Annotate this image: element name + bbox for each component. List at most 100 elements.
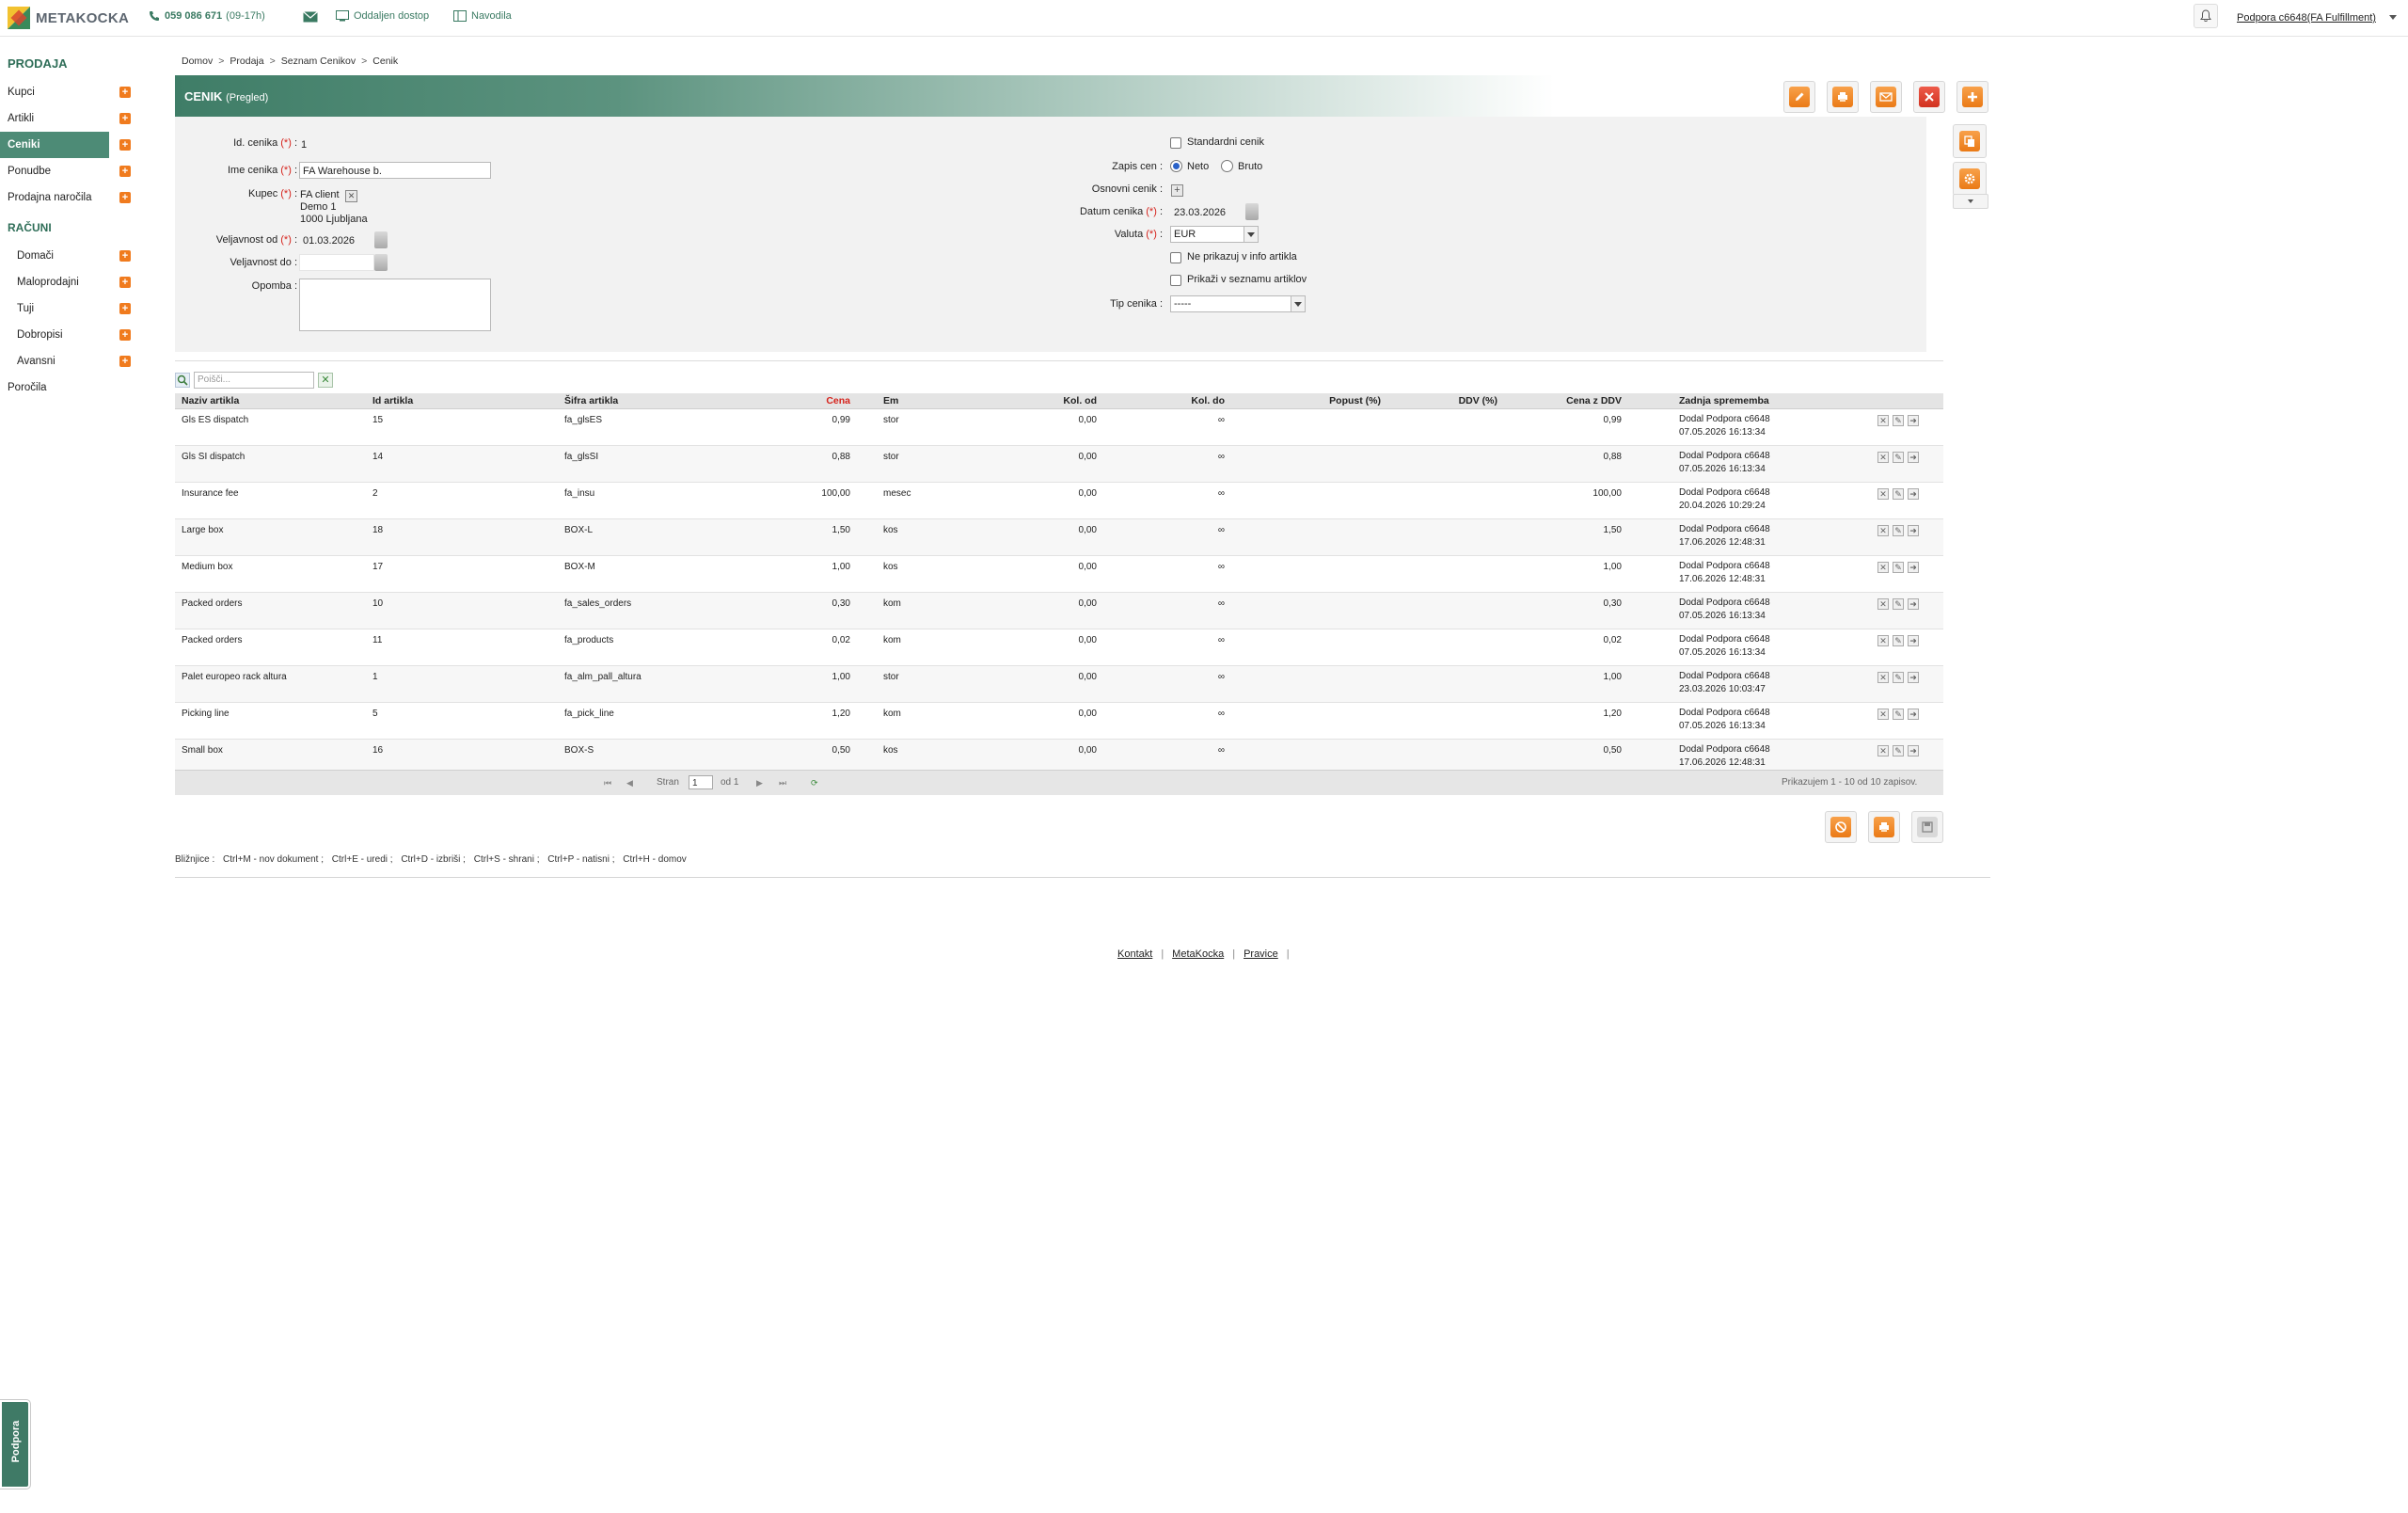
more-tools-dropdown[interactable]	[1953, 194, 1988, 209]
standard-checkbox[interactable]	[1170, 137, 1181, 149]
add-base-pricelist-icon[interactable]: +	[1171, 184, 1183, 197]
print-button-bottom[interactable]	[1868, 811, 1900, 843]
sidebar-item-artikli[interactable]: Artikli +	[0, 105, 141, 132]
valid-to-field[interactable]	[299, 254, 374, 271]
search-input[interactable]: Poišči...	[194, 372, 314, 389]
table-row[interactable]: Packed orders 10 fa_sales_orders 0,30 kom 0,0…	[175, 593, 1943, 629]
table-row[interactable]: Palet europeo rack altura 1 fa_alm_pall_al…	[175, 666, 1943, 703]
delete-row-icon[interactable]: ✕	[1877, 452, 1889, 463]
delete-row-icon[interactable]: ✕	[1877, 745, 1889, 756]
note-textarea[interactable]	[299, 279, 491, 331]
prev-page-icon[interactable]: ◀	[626, 778, 636, 788]
sidebar-item-domaci[interactable]: Domači +	[0, 243, 141, 269]
cancel-button[interactable]	[1825, 811, 1857, 843]
clear-customer-icon[interactable]: ✕	[345, 190, 357, 202]
save-button[interactable]	[1911, 811, 1943, 843]
col-qty-to[interactable]: Kol. do	[1149, 395, 1225, 406]
col-price[interactable]: Cena	[796, 395, 850, 406]
open-row-icon[interactable]: ➜	[1908, 672, 1919, 683]
print-button[interactable]	[1827, 81, 1859, 113]
next-page-icon[interactable]: ▶	[756, 778, 766, 788]
calendar-icon[interactable]	[1245, 203, 1259, 220]
support-tab[interactable]: Podpora	[0, 1400, 30, 1489]
sidebar-item-maloprodajni[interactable]: Maloprodajni +	[0, 269, 141, 295]
open-row-icon[interactable]: ➜	[1908, 635, 1919, 646]
breadcrumb-home[interactable]: Domov	[182, 56, 213, 67]
logo[interactable]: METAKOCKA	[8, 7, 129, 29]
user-menu[interactable]: Podpora c6648(FA Fulfillment)	[2237, 12, 2376, 24]
breadcrumb-sales[interactable]: Prodaja	[230, 56, 263, 67]
edit-row-icon[interactable]: ✎	[1893, 598, 1904, 610]
add-icon[interactable]: +	[119, 356, 131, 367]
add-icon[interactable]: +	[119, 87, 131, 98]
sidebar-item-avansni[interactable]: Avansni +	[0, 348, 141, 374]
add-icon[interactable]: +	[119, 113, 131, 124]
first-page-icon[interactable]: ⏮	[604, 778, 613, 788]
delete-row-icon[interactable]: ✕	[1877, 525, 1889, 536]
edit-row-icon[interactable]: ✎	[1893, 488, 1904, 500]
delete-row-icon[interactable]: ✕	[1877, 488, 1889, 500]
delete-row-icon[interactable]: ✕	[1877, 562, 1889, 573]
delete-row-icon[interactable]: ✕	[1877, 415, 1889, 426]
table-row[interactable]: Packed orders 11 fa_products 0,02 kom 0,00 ∞ 0,…	[175, 629, 1943, 666]
open-row-icon[interactable]: ➜	[1908, 709, 1919, 720]
new-button[interactable]	[1956, 81, 1988, 113]
add-icon[interactable]: +	[119, 303, 131, 314]
open-row-icon[interactable]: ➜	[1908, 525, 1919, 536]
footer-link-rights[interactable]: Pravice	[1244, 948, 1278, 960]
sidebar-item-tuji[interactable]: Tuji +	[0, 295, 141, 322]
copy-button[interactable]	[1953, 124, 1987, 158]
notifications-button[interactable]	[2194, 4, 2218, 28]
edit-row-icon[interactable]: ✎	[1893, 635, 1904, 646]
col-id[interactable]: Id artikla	[372, 395, 413, 406]
settings-button[interactable]	[1953, 162, 1987, 196]
type-select[interactable]: -----	[1170, 295, 1306, 312]
refresh-icon[interactable]: ⟳	[811, 778, 820, 788]
col-price-vat[interactable]: Cena z DDV	[1548, 395, 1622, 406]
table-row[interactable]: Insurance fee 2 fa_insu 100,00 mesec 0,00 ∞ 100…	[175, 483, 1943, 519]
page-input[interactable]: 1	[689, 775, 713, 789]
table-row[interactable]: Large box 18 BOX-L 1,50 kos 0,00 ∞ 1,50 Dodal Po…	[175, 519, 1943, 556]
sidebar-item-ponudbe[interactable]: Ponudbe +	[0, 158, 141, 184]
breadcrumb-pricelists[interactable]: Seznam Cenikov	[281, 56, 356, 67]
add-icon[interactable]: +	[119, 329, 131, 341]
email-button[interactable]	[1870, 81, 1902, 113]
edit-row-icon[interactable]: ✎	[1893, 525, 1904, 536]
table-row[interactable]: Picking line 5 fa_pick_line 1,20 kom 0,00 ∞ 1,2…	[175, 703, 1943, 740]
footer-link-contact[interactable]: Kontakt	[1117, 948, 1152, 960]
add-icon[interactable]: +	[119, 166, 131, 177]
open-row-icon[interactable]: ➜	[1908, 598, 1919, 610]
edit-button[interactable]	[1783, 81, 1815, 113]
col-discount[interactable]: Popust (%)	[1296, 395, 1381, 406]
name-field[interactable]: FA Warehouse b.	[299, 162, 491, 179]
calendar-icon[interactable]	[374, 254, 388, 271]
edit-row-icon[interactable]: ✎	[1893, 709, 1904, 720]
edit-row-icon[interactable]: ✎	[1893, 562, 1904, 573]
open-row-icon[interactable]: ➜	[1908, 562, 1919, 573]
sidebar-item-prodajna-narocila[interactable]: Prodajna naročila +	[0, 184, 141, 211]
col-qty-from[interactable]: Kol. od	[1022, 395, 1097, 406]
clear-search-icon[interactable]: ✕	[318, 373, 333, 388]
open-row-icon[interactable]: ➜	[1908, 488, 1919, 500]
add-icon[interactable]: +	[119, 277, 131, 288]
date-field[interactable]: 23.03.2026	[1170, 203, 1245, 220]
neto-radio[interactable]	[1170, 160, 1182, 172]
remote-access-link[interactable]: Oddaljen dostop	[336, 10, 429, 22]
sidebar-item-dobropisi[interactable]: Dobropisi +	[0, 322, 141, 348]
edit-row-icon[interactable]: ✎	[1893, 745, 1904, 756]
valid-from-field[interactable]: 01.03.2026	[299, 231, 374, 248]
delete-row-icon[interactable]: ✕	[1877, 598, 1889, 610]
table-row[interactable]: Medium box 17 BOX-M 1,00 kos 0,00 ∞ 1,00 Dodal P…	[175, 556, 1943, 593]
sidebar-item-ceniki[interactable]: Ceniki +	[0, 132, 141, 158]
col-unit[interactable]: Em	[883, 395, 898, 406]
col-code[interactable]: Šifra artikla	[564, 395, 618, 406]
bruto-radio[interactable]	[1221, 160, 1233, 172]
guides-link[interactable]: Navodila	[453, 10, 512, 22]
edit-row-icon[interactable]: ✎	[1893, 415, 1904, 426]
open-row-icon[interactable]: ➜	[1908, 415, 1919, 426]
last-page-icon[interactable]: ⏭	[779, 778, 788, 788]
delete-row-icon[interactable]: ✕	[1877, 635, 1889, 646]
mail-icon[interactable]	[303, 11, 318, 25]
edit-row-icon[interactable]: ✎	[1893, 672, 1904, 683]
footer-link-metakocka[interactable]: MetaKocka	[1172, 948, 1224, 960]
